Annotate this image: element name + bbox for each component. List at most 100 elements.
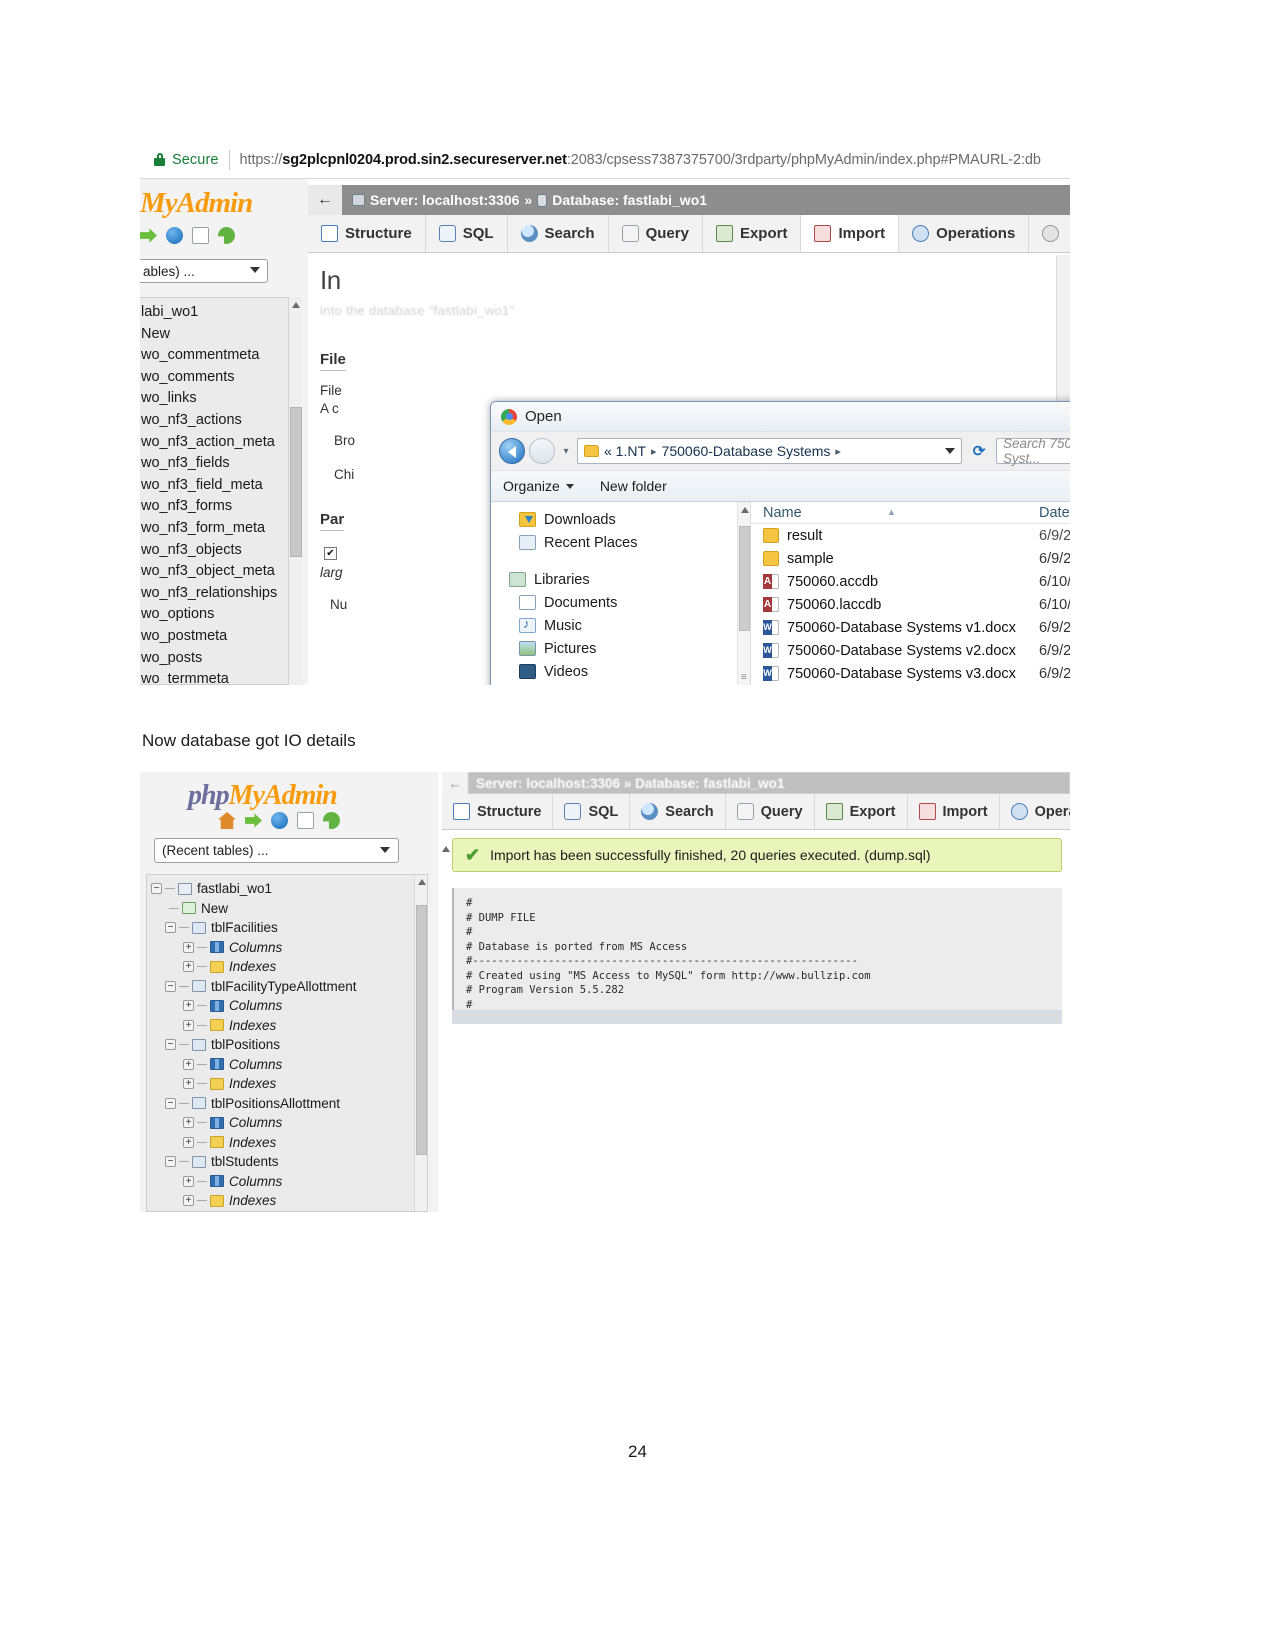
breadcrumb-segment-root[interactable]: « 1.NT	[604, 443, 646, 459]
nav-item-music[interactable]: Music	[491, 614, 750, 637]
browse-button[interactable]: Bro	[334, 433, 355, 448]
scroll-up-icon[interactable]	[417, 879, 426, 885]
scroll-up-icon[interactable]	[442, 846, 450, 852]
reload-icon[interactable]	[323, 812, 340, 829]
tree-item-columns[interactable]: + Columns	[147, 996, 427, 1016]
table-list[interactable]: labi_wo1 New wo_commentmeta wo_comments …	[140, 297, 293, 685]
doc-icon[interactable]	[297, 812, 314, 829]
table-row[interactable]: 750060-Database Systems v3.docx 6/9/2018 …	[751, 662, 1070, 685]
table-row[interactable]: result 6/9/2018 4:52 PM	[751, 524, 1070, 547]
list-item[interactable]: wo_postmeta	[140, 626, 292, 648]
tab-sql[interactable]: SQL	[553, 794, 631, 829]
reload-icon[interactable]	[218, 227, 235, 244]
list-item[interactable]: wo_commentmeta	[140, 345, 292, 367]
expand-toggle[interactable]: +	[183, 961, 194, 973]
expand-toggle[interactable]: +	[183, 1000, 194, 1012]
tab-operations[interactable]: Operations	[899, 215, 1030, 252]
list-item[interactable]: wo_nf3_object_meta	[140, 561, 292, 583]
expand-toggle[interactable]: +	[183, 1175, 194, 1187]
tab-export[interactable]: Export	[815, 794, 908, 829]
tree-item-table[interactable]: − tblFacilityTypeAllottment	[147, 977, 427, 997]
tab-query[interactable]: Query	[726, 794, 815, 829]
nav-item-downloads[interactable]: Downloads	[491, 508, 750, 531]
expand-toggle[interactable]: +	[183, 1136, 194, 1148]
scrollbar-thumb[interactable]	[739, 526, 750, 631]
tree-item-indexes[interactable]: + Indexes	[147, 957, 427, 977]
expand-toggle[interactable]: +	[183, 1117, 194, 1129]
tab-structure[interactable]: Structure	[442, 794, 554, 829]
back-button[interactable]	[499, 438, 525, 464]
table-list-scrollbar[interactable]	[288, 297, 302, 685]
search-input[interactable]: Search 750060-Database Syst...	[996, 436, 1070, 466]
tree-item-table[interactable]: − tblFacilities	[147, 918, 427, 938]
chevron-down-icon[interactable]	[945, 448, 955, 454]
expand-toggle[interactable]: −	[165, 980, 176, 992]
scrollbar-thumb[interactable]	[416, 905, 427, 1155]
list-item[interactable]: wo_comments	[140, 367, 292, 389]
browser-address-bar[interactable]: Secure https://sg2plcpnl0204.prod.sin2.s…	[140, 141, 1070, 179]
tab-import[interactable]: Import	[908, 794, 1000, 829]
list-item[interactable]: wo_posts	[140, 648, 292, 670]
tab-search[interactable]: Search	[508, 215, 609, 252]
expand-toggle[interactable]: +	[183, 1195, 194, 1207]
tab-import[interactable]: Import	[801, 215, 900, 252]
list-item[interactable]: wo_nf3_action_meta	[140, 432, 292, 454]
tree-item-table[interactable]: − tblPositionsAllottment	[147, 1094, 427, 1114]
tree-item-columns[interactable]: + Columns	[147, 1172, 427, 1192]
tab-privileges[interactable]	[1029, 215, 1070, 252]
list-item[interactable]: wo_nf3_objects	[140, 540, 292, 562]
column-header-name[interactable]: Name ▲	[751, 505, 1033, 521]
table-row[interactable]: 750060.accdb 6/10/2018 9:02 AM	[751, 570, 1070, 593]
column-header-date-modified[interactable]: Date modified	[1033, 505, 1070, 521]
tree-item-table[interactable]: − tblStudents	[147, 1152, 427, 1172]
organize-button[interactable]: Organize	[503, 478, 574, 494]
expand-toggle[interactable]: +	[183, 1019, 194, 1031]
main-scroll-up[interactable]	[442, 846, 452, 1012]
expand-toggle[interactable]: −	[151, 883, 162, 895]
tree-item-table[interactable]: +wo_commentmeta	[147, 1211, 427, 1212]
list-item[interactable]: New	[140, 324, 292, 346]
tree-item-indexes[interactable]: + Indexes	[147, 1016, 427, 1036]
nav-item-libraries[interactable]: Libraries	[491, 568, 750, 591]
new-folder-button[interactable]: New folder	[600, 478, 667, 494]
recent-locations-chevron-icon[interactable]: ▾	[559, 446, 573, 457]
home-icon[interactable]	[218, 812, 236, 829]
list-item[interactable]: wo_nf3_forms	[140, 496, 292, 518]
list-item[interactable]: wo_nf3_fields	[140, 453, 292, 475]
list-item[interactable]: labi_wo1	[140, 302, 292, 324]
table-row[interactable]: sample 6/9/2018 4:58 PM	[751, 547, 1070, 570]
scroll-up-icon[interactable]	[292, 302, 300, 308]
list-item[interactable]: wo_nf3_form_meta	[140, 518, 292, 540]
navigation-pane-scrollbar[interactable]: ≡	[737, 502, 750, 685]
tree-item-new[interactable]: New	[147, 899, 427, 919]
doc-icon[interactable]	[192, 227, 209, 244]
tree-item-columns[interactable]: + Columns	[147, 1113, 427, 1133]
expand-toggle[interactable]: +	[183, 941, 194, 953]
tree-item-indexes[interactable]: + Indexes	[147, 1191, 427, 1211]
expand-toggle[interactable]: −	[165, 1039, 176, 1051]
nav-item-videos[interactable]: Videos	[491, 660, 750, 683]
back-arrow-icon[interactable]: ←	[308, 185, 342, 215]
breadcrumb-segment-current[interactable]: 750060-Database Systems	[662, 443, 831, 459]
list-item[interactable]: wo_links	[140, 388, 292, 410]
nav-item-documents[interactable]: Documents	[491, 591, 750, 614]
tab-export[interactable]: Export	[703, 215, 802, 252]
refresh-icon[interactable]: ⟳	[966, 438, 992, 464]
list-item[interactable]: wo_options	[140, 604, 292, 626]
tree-item-columns[interactable]: + Columns	[147, 1055, 427, 1075]
expand-toggle[interactable]: −	[165, 1156, 176, 1168]
list-item[interactable]: wo_nf3_actions	[140, 410, 292, 432]
table-row[interactable]: 750060-Database Systems v1.docx 6/9/2018 …	[751, 616, 1070, 639]
recent-tables-select[interactable]: ables) ...	[140, 259, 268, 283]
breadcrumb-server[interactable]: Server: localhost:3306	[370, 192, 519, 208]
expand-toggle[interactable]: +	[183, 1078, 194, 1090]
tree-item-indexes[interactable]: + Indexes	[147, 1133, 427, 1153]
tree-scrollbar[interactable]	[414, 875, 427, 1211]
tab-sql[interactable]: SQL	[426, 215, 508, 252]
back-arrow-icon[interactable]: ←	[442, 772, 468, 794]
tab-operations[interactable]: Operation	[1000, 794, 1070, 829]
scroll-up-icon[interactable]	[740, 507, 749, 513]
recent-tables-select[interactable]: (Recent tables) ...	[154, 838, 399, 863]
tree-item-database[interactable]: − fastlabi_wo1	[147, 879, 427, 899]
list-item[interactable]: wo_termmeta	[140, 669, 292, 684]
